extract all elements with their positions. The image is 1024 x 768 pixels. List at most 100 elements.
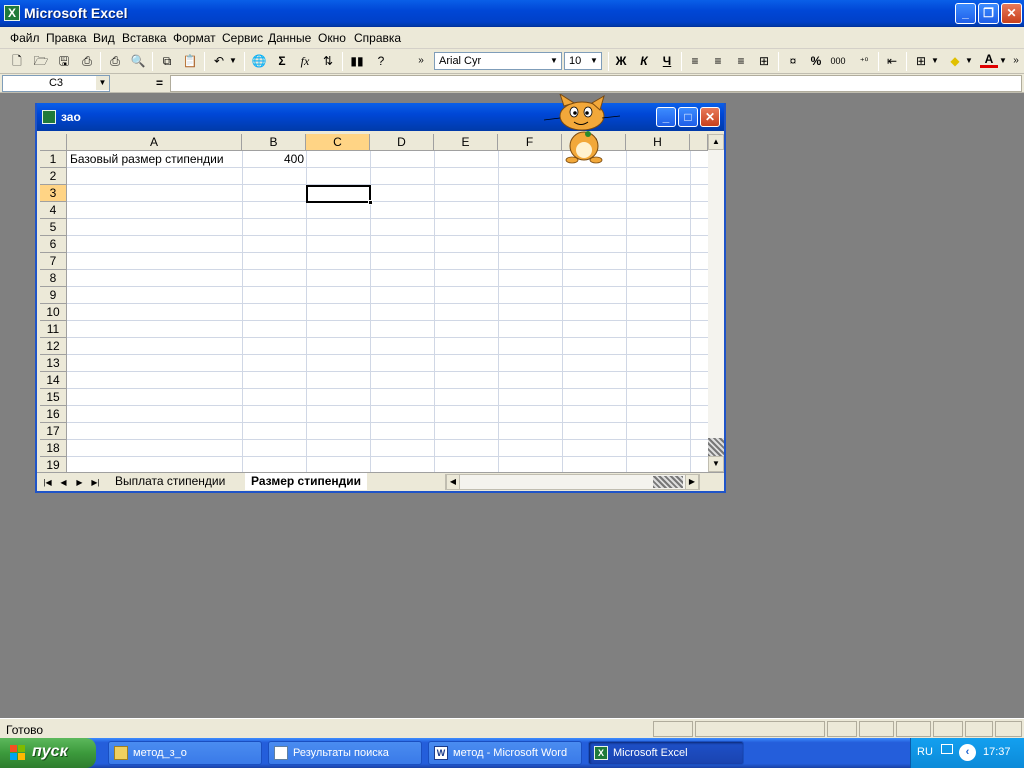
save-icon[interactable]: 🖫 [55, 52, 73, 70]
show-hidden-icons-icon[interactable]: ‹ [959, 744, 976, 761]
scroll-down-icon[interactable]: ▼ [708, 456, 724, 472]
scroll-right-icon[interactable]: ▶ [685, 474, 699, 490]
row-header[interactable]: 8 [40, 270, 67, 287]
column-header[interactable]: E [434, 134, 498, 151]
taskbar-excel-task[interactable]: X Microsoft Excel [588, 741, 744, 765]
column-header[interactable]: B [242, 134, 306, 151]
font-name-combo[interactable]: Arial Cyr ▼ [434, 52, 562, 70]
align-left-icon[interactable]: ≡ [686, 52, 704, 70]
chart-wizard-icon[interactable]: ▮▮ [348, 52, 366, 70]
borders-icon[interactable]: ⊞ [912, 52, 930, 70]
menu-help[interactable]: Справка [354, 31, 401, 45]
help-icon[interactable]: ? [372, 52, 390, 70]
taskbar-word-task[interactable]: W метод - Microsoft Word [428, 741, 582, 765]
active-cell-c3[interactable] [306, 185, 371, 203]
row-header[interactable]: 14 [40, 372, 67, 389]
row-header[interactable]: 18 [40, 440, 67, 457]
worksheet-grid[interactable]: A B C D E F G H 1 2 3 4 5 6 7 8 9 10 11 … [40, 134, 708, 472]
chevron-down-icon[interactable]: ▼ [96, 76, 109, 90]
insert-function-icon[interactable]: fx [296, 52, 314, 70]
chevron-down-icon[interactable]: ▼ [964, 52, 974, 70]
cell-a1[interactable]: Базовый размер стипендии [70, 151, 224, 168]
cell-b1[interactable]: 400 [242, 151, 304, 168]
increase-decimal-icon[interactable]: ⁺⁰ [855, 52, 873, 70]
currency-icon[interactable]: ¤ [784, 52, 802, 70]
scroll-up-icon[interactable]: ▲ [708, 134, 724, 150]
decrease-indent-icon[interactable]: ⇤ [883, 52, 901, 70]
formula-input[interactable] [170, 75, 1022, 92]
fill-color-icon[interactable]: ◆ [946, 52, 964, 70]
menu-tools[interactable]: Сервис [222, 31, 263, 45]
scroll-thumb[interactable] [708, 438, 724, 456]
percent-button[interactable]: % [807, 52, 825, 70]
taskbar-folder-task[interactable]: метод_з_о [108, 741, 262, 765]
name-box[interactable]: C3 [2, 75, 110, 92]
row-header[interactable]: 5 [40, 219, 67, 236]
vertical-scrollbar[interactable]: ▲ ▼ [708, 134, 724, 472]
close-button[interactable]: ✕ [1001, 3, 1022, 24]
minimize-button[interactable]: _ [955, 3, 976, 24]
sheet-tab-active[interactable]: Размер стипендии [245, 473, 368, 490]
sheet-tab[interactable]: Выплата стипендии [109, 473, 231, 490]
column-header[interactable]: H [626, 134, 690, 151]
autosum-icon[interactable]: Σ [273, 52, 291, 70]
menu-format[interactable]: Формат [173, 31, 216, 45]
menu-file[interactable]: Файл [10, 31, 40, 45]
bold-button[interactable]: Ж [612, 52, 630, 70]
row-header[interactable]: 1 [40, 151, 67, 168]
sort-ascending-icon[interactable]: ⇅ [319, 52, 337, 70]
hyperlink-icon[interactable]: 🌐 [250, 52, 268, 70]
row-header[interactable]: 13 [40, 355, 67, 372]
restore-button[interactable]: ❐ [978, 3, 999, 24]
column-header[interactable]: A [67, 134, 242, 151]
row-header[interactable]: 4 [40, 202, 67, 219]
fill-handle[interactable] [368, 200, 373, 205]
chevron-down-icon[interactable]: ▼ [587, 53, 601, 69]
workbook-minimize-button[interactable]: _ [656, 107, 676, 127]
row-header[interactable]: 7 [40, 253, 67, 270]
scroll-left-icon[interactable]: ◀ [446, 474, 460, 490]
print-preview-icon[interactable]: 🔍 [129, 52, 147, 70]
prev-sheet-icon[interactable]: ◀ [57, 476, 70, 489]
menu-window[interactable]: Окно [318, 31, 346, 45]
horizontal-scrollbar[interactable]: ◀ ▶ [445, 474, 700, 490]
align-center-icon[interactable]: ≡ [709, 52, 727, 70]
language-indicator[interactable]: RU [917, 746, 933, 758]
merge-center-icon[interactable]: ⊞ [755, 52, 773, 70]
print-icon[interactable]: ⎙ [106, 52, 124, 70]
chevron-down-icon[interactable]: ▼ [998, 52, 1008, 70]
first-sheet-icon[interactable]: |◀ [41, 476, 54, 489]
row-header[interactable]: 11 [40, 321, 67, 338]
undo-dropdown-icon[interactable]: ▼ [228, 52, 238, 70]
chevron-down-icon[interactable]: ▼ [930, 52, 940, 70]
permission-icon[interactable]: ⎙ [78, 52, 96, 70]
menu-edit[interactable]: Правка [46, 31, 87, 45]
open-icon[interactable]: 🗁 [32, 52, 50, 70]
row-header[interactable]: 6 [40, 236, 67, 253]
italic-button[interactable]: К [635, 52, 653, 70]
font-size-combo[interactable]: 10 ▼ [564, 52, 602, 70]
excel-app-icon[interactable] [4, 5, 20, 21]
clock[interactable]: 17:37 [983, 746, 1011, 758]
align-right-icon[interactable]: ≡ [732, 52, 750, 70]
next-sheet-icon[interactable]: ▶ [73, 476, 86, 489]
row-header[interactable]: 10 [40, 304, 67, 321]
font-color-icon[interactable]: A [980, 52, 998, 68]
menu-data[interactable]: Данные [268, 31, 311, 45]
thousands-button[interactable]: 000 [829, 52, 847, 70]
toolbar-options-icon[interactable]: » [1010, 52, 1022, 70]
copy-icon[interactable]: ⧉ [158, 52, 176, 70]
workbook-maximize-button[interactable]: □ [678, 107, 698, 127]
toolbar-options-icon[interactable]: » [412, 52, 430, 70]
new-icon[interactable]: 🗋 [8, 52, 26, 70]
undo-icon[interactable]: ↶ [210, 52, 228, 70]
start-button[interactable]: пуск [0, 738, 96, 768]
network-icon[interactable] [941, 744, 953, 754]
select-all-corner[interactable] [40, 134, 67, 151]
column-header-selected[interactable]: C [306, 134, 370, 151]
workbook-icon[interactable] [42, 110, 56, 124]
last-sheet-icon[interactable]: ▶| [89, 476, 102, 489]
row-header[interactable]: 2 [40, 168, 67, 185]
scroll-thumb[interactable] [653, 476, 683, 488]
row-header-selected[interactable]: 3 [40, 185, 67, 202]
